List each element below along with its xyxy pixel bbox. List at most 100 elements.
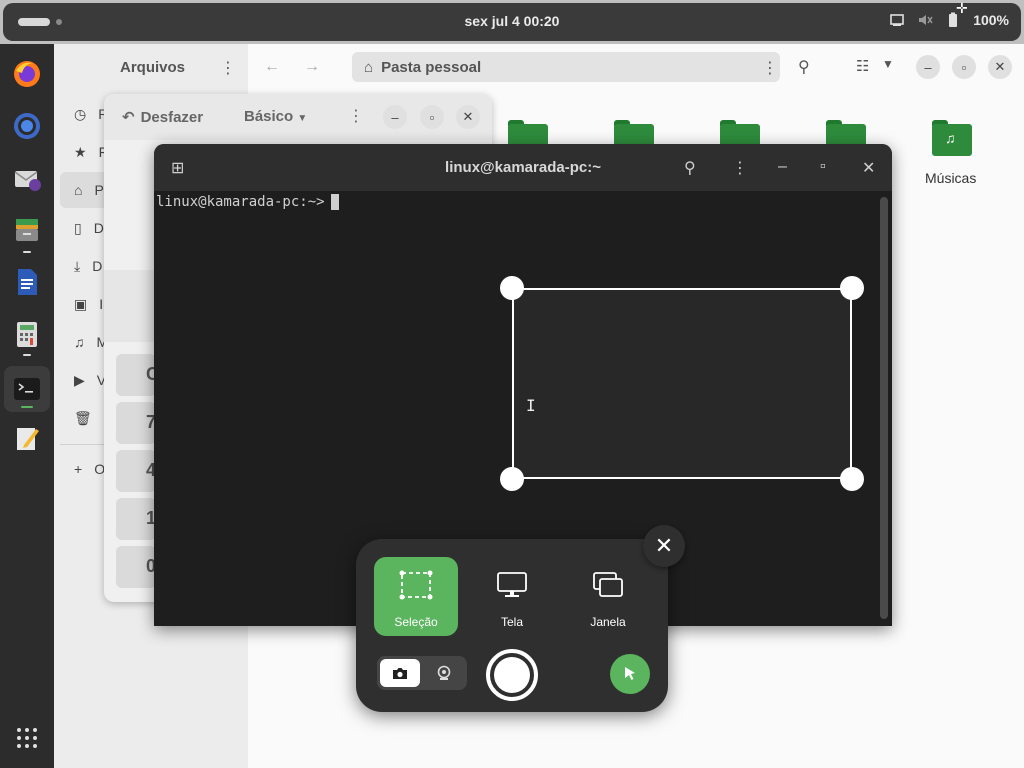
- calculator-icon[interactable]: [9, 316, 45, 352]
- files-title: Arquivos: [120, 59, 186, 76]
- webcam-icon: [437, 665, 451, 680]
- mode-screen-button[interactable]: Tela: [470, 557, 554, 636]
- dock: [0, 44, 54, 768]
- files-menu-icon[interactable]: ⋮: [220, 58, 236, 78]
- terminal-prompt: linux@kamarada-pc:~>: [156, 194, 325, 210]
- star-icon: ★: [74, 143, 87, 160]
- capture-button[interactable]: [486, 649, 538, 701]
- mouse-pointer-icon: ✛: [956, 0, 968, 16]
- terminal-prompt-line[interactable]: linux@kamarada-pc:~>: [156, 194, 339, 210]
- minimize-button[interactable]: –: [383, 105, 407, 129]
- terminal-scrollbar[interactable]: [880, 197, 888, 619]
- close-button[interactable]: ✕: [988, 55, 1012, 79]
- running-indicator: [21, 406, 33, 408]
- system-tray[interactable]: 100%: [889, 12, 1009, 28]
- battery-percent: 100%: [973, 12, 1009, 28]
- calc-button-1[interactable]: 1: [116, 498, 156, 540]
- undo-button[interactable]: ↶ Desfazer: [122, 108, 203, 127]
- terminal-header: ⊞ linux@kamarada-pc:~ ⚲ ⋮ – ▫ ✕: [154, 144, 892, 191]
- maximize-button[interactable]: ▫: [952, 55, 976, 79]
- maximize-button[interactable]: ▫: [420, 105, 444, 129]
- calculator-header: ↶ Desfazer Básico ▼ ⋮ – ▫ ✕: [104, 94, 492, 140]
- calc-button-0[interactable]: 0: [116, 546, 156, 588]
- chevron-down-icon: ▼: [297, 113, 308, 124]
- calc-menu-icon[interactable]: ⋮: [348, 106, 364, 126]
- volume-muted-icon: [919, 15, 933, 25]
- home-icon: ⌂: [74, 182, 83, 198]
- calc-button-7[interactable]: 7: [116, 402, 156, 444]
- maximize-button[interactable]: ▫: [820, 158, 826, 176]
- monitor-icon: [497, 572, 527, 597]
- camera-icon: [393, 668, 407, 679]
- selection-icon: [399, 570, 433, 600]
- sidebar-item-downloads[interactable]: ⤓ D: [74, 254, 102, 278]
- selection-handle-bottom-right[interactable]: [840, 467, 864, 491]
- sidebar-item-images[interactable]: ▣ I: [74, 292, 103, 316]
- back-icon[interactable]: ←: [264, 58, 280, 76]
- close-screenshot-button[interactable]: ✕: [643, 525, 685, 567]
- view-options-chevron-icon[interactable]: ▼: [882, 57, 894, 71]
- terminal-menu-icon[interactable]: ⋮: [732, 158, 748, 178]
- path-menu-icon[interactable]: ⋮: [762, 58, 778, 78]
- mail-icon[interactable]: [9, 160, 45, 196]
- image-icon: ▣: [74, 295, 88, 312]
- sidebar-item-other-locations[interactable]: + O: [74, 457, 105, 481]
- plus-icon: +: [74, 461, 83, 477]
- document-icon: ▯: [74, 219, 82, 236]
- capture-type-toggle: [377, 656, 467, 690]
- mode-dropdown[interactable]: Básico ▼: [244, 108, 307, 125]
- download-icon: ⤓: [74, 257, 81, 274]
- network-icon: [890, 14, 904, 26]
- selection-handle-top-right[interactable]: [840, 276, 864, 300]
- mode-label: Janela: [590, 615, 626, 629]
- screenshot-toggle[interactable]: [380, 659, 420, 687]
- running-indicator: [23, 354, 31, 356]
- folder-label-music[interactable]: Músicas: [925, 170, 976, 186]
- path-bar[interactable]: ⌂ Pasta pessoal: [352, 52, 780, 82]
- sidebar-item-documents[interactable]: ▯ D: [74, 216, 104, 240]
- close-button[interactable]: ✕: [862, 158, 875, 178]
- writer-icon[interactable]: [9, 264, 45, 300]
- sidebar-item-videos[interactable]: ▶ V: [74, 368, 106, 392]
- calc-button-4[interactable]: 4: [116, 450, 156, 492]
- view-list-icon[interactable]: ☷: [856, 57, 869, 75]
- ibeam-cursor-icon: I: [526, 396, 536, 415]
- selection-area[interactable]: [512, 288, 852, 479]
- minimize-button[interactable]: –: [778, 158, 787, 176]
- undo-icon: ↶: [122, 109, 135, 126]
- text-cursor: [330, 194, 339, 210]
- mode-selection-button[interactable]: Seleção: [374, 557, 458, 636]
- text-editor-icon[interactable]: [9, 420, 45, 456]
- screencast-toggle[interactable]: [424, 659, 464, 687]
- show-pointer-button[interactable]: [610, 654, 650, 694]
- search-icon[interactable]: ⚲: [798, 57, 810, 77]
- path-label: Pasta pessoal: [381, 58, 482, 76]
- app-grid-icon[interactable]: [9, 720, 45, 756]
- clock-icon: ◷: [74, 105, 87, 122]
- music-folder-icon[interactable]: ♫: [932, 120, 972, 156]
- music-icon: ♫: [74, 334, 85, 350]
- files-icon[interactable]: [9, 212, 45, 248]
- mode-label: Seleção: [394, 615, 438, 629]
- firefox-icon[interactable]: [9, 56, 45, 92]
- forward-icon[interactable]: →: [304, 58, 320, 76]
- music-icon: ♫: [945, 130, 956, 146]
- trash-icon: 🗑: [74, 409, 92, 426]
- selection-handle-bottom-left[interactable]: [500, 467, 524, 491]
- screenshot-panel: Seleção Tela Janela: [356, 539, 668, 712]
- top-bar: sex jul 4 00:20 100%: [3, 3, 1021, 41]
- calc-button-clear[interactable]: C: [116, 354, 156, 396]
- video-icon: ▶: [74, 371, 85, 388]
- pointer-icon: [625, 667, 635, 680]
- home-icon: ⌂: [364, 58, 374, 76]
- minimize-button[interactable]: –: [916, 55, 940, 79]
- close-button[interactable]: ✕: [456, 105, 480, 129]
- selection-handle-top-left[interactable]: [500, 276, 524, 300]
- chromium-icon[interactable]: [9, 108, 45, 144]
- sidebar-item-starred[interactable]: ★ F: [74, 140, 107, 164]
- window-icon: [593, 572, 623, 597]
- clock[interactable]: sex jul 4 00:20: [3, 13, 1021, 29]
- running-indicator: [23, 251, 31, 253]
- mode-window-button[interactable]: Janela: [566, 557, 650, 636]
- search-icon[interactable]: ⚲: [684, 158, 696, 178]
